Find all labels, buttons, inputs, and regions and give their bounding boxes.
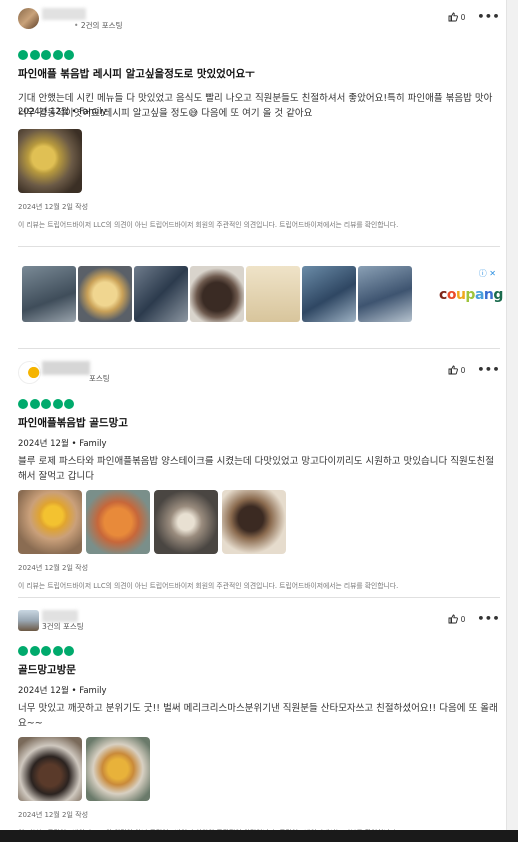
rating-bubble bbox=[41, 399, 51, 409]
review-card: 3건의 포스팅 0 ••• 골드망고방문 2024년 12월 • Family … bbox=[18, 610, 500, 837]
more-horizontal-icon[interactable]: ••• bbox=[477, 613, 500, 624]
review-divider bbox=[18, 348, 500, 349]
like-count: 0 bbox=[460, 12, 466, 22]
ad-product-image[interactable] bbox=[134, 266, 188, 322]
ad-product-image[interactable] bbox=[78, 266, 132, 322]
rating-bubble bbox=[52, 50, 63, 60]
review-actions: 0 ••• bbox=[448, 11, 500, 22]
review-header: 3건의 포스팅 0 ••• bbox=[18, 610, 500, 634]
more-horizontal-icon[interactable]: ••• bbox=[477, 364, 500, 375]
ad-image-strip[interactable] bbox=[22, 266, 412, 322]
review-photo[interactable] bbox=[222, 490, 286, 554]
review-title[interactable]: 골드망고방문 bbox=[18, 662, 500, 677]
review-actions: 0 ••• bbox=[448, 364, 500, 375]
rating-bubble bbox=[64, 646, 74, 656]
rating-bubble bbox=[52, 399, 63, 409]
review-photo[interactable] bbox=[154, 490, 218, 554]
author-meta: 포스팅 bbox=[89, 374, 110, 383]
review-header: • 2건의 포스팅 0 ••• bbox=[18, 8, 500, 32]
review-card: 포스팅 0 ••• 파인애플볶음밥 골드망고 2024년 12월 • Famil… bbox=[18, 361, 500, 590]
written-date: 2024년 12월 2일 작성 bbox=[18, 811, 89, 819]
coupang-logo[interactable]: coupang bbox=[439, 287, 503, 303]
review-photo[interactable] bbox=[86, 490, 150, 554]
rating-bubble bbox=[41, 646, 51, 656]
review-header: 포스팅 0 ••• bbox=[18, 361, 500, 385]
rating-bubble bbox=[29, 646, 40, 656]
trip-date: 2024년 12월 • Family bbox=[18, 439, 107, 449]
review-photo[interactable] bbox=[18, 737, 82, 801]
rating-bubble bbox=[52, 646, 63, 656]
avatar[interactable] bbox=[18, 610, 39, 631]
rating-bubble bbox=[64, 399, 74, 409]
review-photos bbox=[18, 129, 500, 193]
written-date: 2024년 12월 2일 작성 bbox=[18, 203, 89, 211]
rating-bubbles bbox=[18, 646, 500, 656]
ad-product-image[interactable] bbox=[302, 266, 356, 322]
rating-bubble bbox=[18, 50, 28, 60]
review-body: 블루 로제 파스타와 파인애플볶음밥 양스테이크를 시켰는데 다맛있었고 망고다… bbox=[18, 456, 494, 482]
trip-date: 2024년 12월 • Family bbox=[18, 107, 107, 117]
more-horizontal-icon[interactable]: ••• bbox=[477, 11, 500, 22]
review-photo[interactable] bbox=[18, 129, 82, 193]
like-count: 0 bbox=[460, 614, 466, 624]
review-divider bbox=[18, 597, 500, 598]
scrollbar[interactable] bbox=[506, 0, 518, 842]
review-photo[interactable] bbox=[18, 490, 82, 554]
review-photo[interactable] bbox=[86, 737, 150, 801]
avatar[interactable] bbox=[18, 361, 41, 384]
avatar[interactable] bbox=[18, 8, 39, 29]
author-meta: 3건의 포스팅 bbox=[42, 622, 84, 631]
rating-bubble bbox=[18, 646, 28, 656]
review-card: • 2건의 포스팅 0 ••• 파인애플 볶음밥 레시피 알고싶을정도로 맛있었… bbox=[18, 8, 500, 229]
review-title[interactable]: 파인애플 볶음밥 레시피 알고싶을정도로 맛있었어요ㅜ bbox=[18, 66, 500, 81]
review-divider bbox=[18, 246, 500, 247]
thumbs-up-icon[interactable] bbox=[448, 614, 458, 624]
trip-date: 2024년 12월 • Family bbox=[18, 686, 107, 696]
review-photos bbox=[18, 490, 500, 554]
adchoices-icon[interactable]: ⓘ ✕ bbox=[479, 268, 496, 279]
review-actions: 0 ••• bbox=[448, 613, 500, 624]
like-count: 0 bbox=[460, 365, 466, 375]
review-disclaimer: 이 리뷰는 트립어드바이저 LLC의 의견이 아닌 트립어드바이저 회원의 주관… bbox=[18, 221, 399, 229]
thumbs-up-icon[interactable] bbox=[448, 12, 458, 22]
ad-product-image[interactable] bbox=[190, 266, 244, 322]
rating-bubble bbox=[41, 50, 51, 60]
rating-bubble bbox=[64, 50, 74, 60]
rating-bubbles bbox=[18, 399, 500, 409]
rating-bubbles bbox=[18, 50, 500, 60]
written-date: 2024년 12월 2일 작성 bbox=[18, 564, 89, 572]
author-meta: • 2건의 포스팅 bbox=[74, 21, 123, 30]
thumbs-up-icon[interactable] bbox=[448, 365, 458, 375]
rating-bubble bbox=[29, 50, 40, 60]
review-body: 너무 맛있고 깨끗하고 분위기도 굿!! 벌써 메리크리스마스분위기낸 직원분들… bbox=[18, 703, 498, 729]
rating-bubble bbox=[18, 399, 28, 409]
review-photos bbox=[18, 737, 500, 801]
ad-product-image[interactable] bbox=[246, 266, 300, 322]
author-name-blurred[interactable] bbox=[42, 8, 86, 20]
rating-bubble bbox=[29, 399, 40, 409]
bottom-bar bbox=[0, 830, 518, 842]
ad-product-image[interactable] bbox=[22, 266, 76, 322]
review-disclaimer: 이 리뷰는 트립어드바이저 LLC의 의견이 아닌 트립어드바이저 회원의 주관… bbox=[18, 582, 399, 590]
ad-product-image[interactable] bbox=[358, 266, 412, 322]
ad-banner[interactable]: coupang ⓘ ✕ bbox=[18, 263, 503, 329]
review-title[interactable]: 파인애플볶음밥 골드망고 bbox=[18, 415, 500, 430]
